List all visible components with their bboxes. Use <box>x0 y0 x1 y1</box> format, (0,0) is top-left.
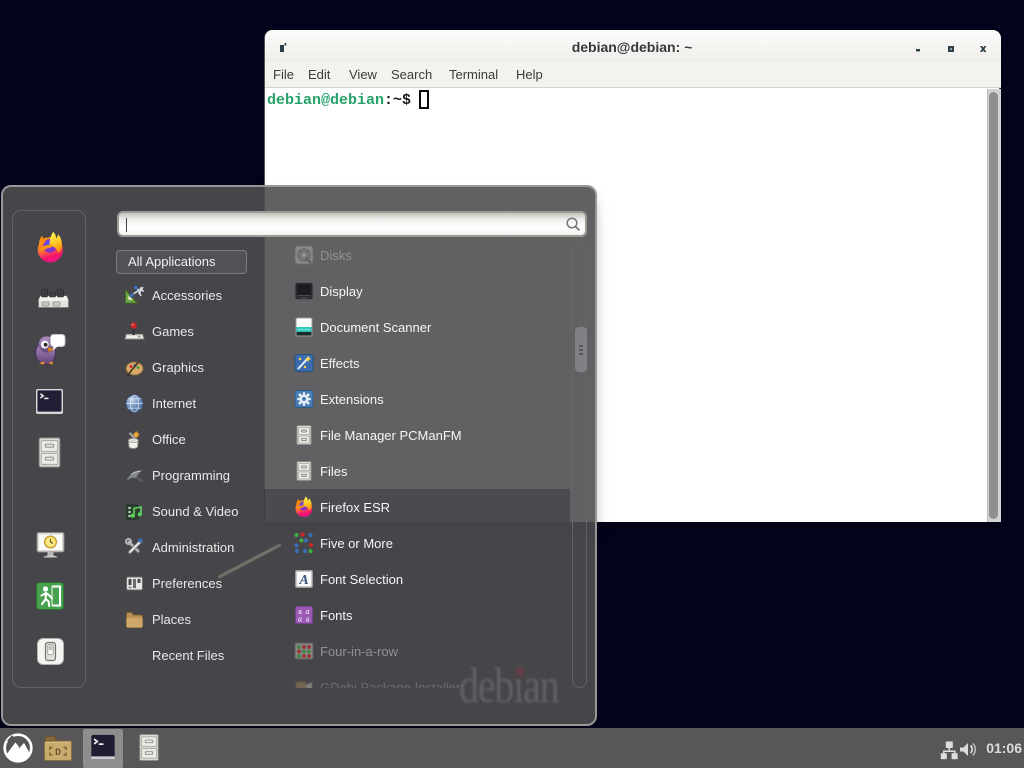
svg-text:A: A <box>298 573 308 588</box>
svg-text:D: D <box>55 748 61 759</box>
svg-text:a: a <box>298 615 302 624</box>
svg-text:a: a <box>306 615 310 624</box>
